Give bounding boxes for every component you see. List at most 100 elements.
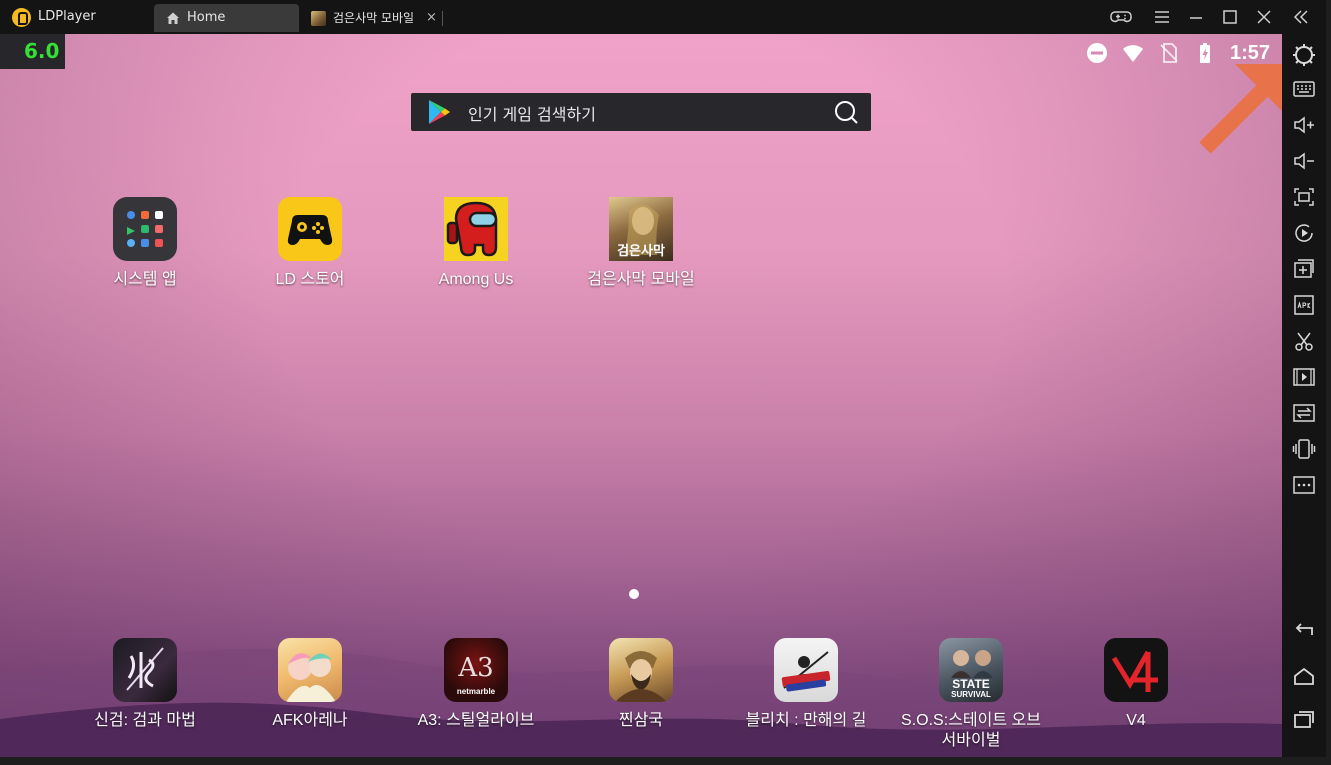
- scissors-icon: [1295, 332, 1313, 351]
- fullscreen-icon: [1294, 188, 1314, 206]
- a3-icon: A3 netmarble: [444, 638, 508, 702]
- hamburger-menu-icon: [1155, 11, 1169, 23]
- settings-button[interactable]: [1290, 42, 1318, 68]
- icon-text: netmarble: [457, 687, 496, 696]
- keyboard-mapping-button[interactable]: [1290, 76, 1318, 102]
- singeom-icon: [113, 638, 177, 702]
- page-indicator-dot: [629, 589, 639, 599]
- among-us-icon: [444, 197, 508, 261]
- app-label: 블리치 : 만해의 길: [745, 712, 867, 729]
- ldplayer-logo-icon: [12, 8, 31, 27]
- double-chevron-left-icon: [1293, 10, 1308, 24]
- home-icon: [167, 12, 179, 24]
- collapse-sidebar-button[interactable]: [1290, 7, 1312, 27]
- app-label: 찐삼국: [618, 712, 664, 729]
- app-label: AFK아레나: [272, 712, 348, 729]
- do-not-disturb-icon: [1086, 43, 1107, 63]
- keyboard-icon: [1293, 81, 1315, 97]
- app-label: V4: [1126, 712, 1146, 729]
- state-survival-icon: STATE SURVIVAL: [939, 638, 1003, 702]
- game-thumbnail-icon: [311, 11, 326, 26]
- black-desert-icon: 검은사막: [609, 197, 673, 261]
- gamepad-icon: [1110, 11, 1132, 23]
- title-bar: LDPlayer Home 검은사막 모바일 ×: [0, 0, 1326, 34]
- system-apps-folder-icon: [113, 197, 177, 261]
- install-apk-button[interactable]: [1290, 292, 1318, 318]
- emulator-toolbar: [1282, 34, 1326, 757]
- maximize-icon: [1223, 10, 1237, 24]
- home-button[interactable]: [1290, 664, 1318, 690]
- volume-up-button[interactable]: [1290, 112, 1318, 138]
- no-sim-icon: [1160, 43, 1178, 63]
- icon-text: STATE: [952, 677, 990, 691]
- volume-down-button[interactable]: [1290, 148, 1318, 174]
- app-label: A3: 스틸얼라이브: [417, 712, 535, 729]
- app-label: LD 스토어: [275, 271, 345, 288]
- app-label: S.O.S:스테이트 오브 서바이벌: [901, 712, 1041, 749]
- app-black-desert[interactable]: 검은사막 검은사막 모바일: [566, 197, 716, 290]
- close-button[interactable]: [1253, 7, 1275, 27]
- tab-divider: [442, 11, 443, 26]
- emulator-window: LDPlayer Home 검은사막 모바일 × 6.0 1:57 인기 게임 …: [0, 0, 1331, 765]
- search-icon[interactable]: [833, 99, 859, 125]
- shake-button[interactable]: [1290, 436, 1318, 462]
- wifi-icon: [1122, 45, 1143, 62]
- sync-folder-icon: [1293, 404, 1315, 422]
- annotation-arrow-icon: [1199, 64, 1287, 154]
- screenshot-button[interactable]: [1290, 328, 1318, 354]
- search-placeholder: 인기 게임 검색하기: [468, 105, 596, 124]
- fps-counter: 6.0: [0, 34, 65, 69]
- maximize-button[interactable]: [1219, 7, 1241, 27]
- app-ld-store[interactable]: LD 스토어: [235, 197, 385, 290]
- app-singeom[interactable]: 신검: 검과 마법: [70, 638, 220, 731]
- apk-icon: [1294, 295, 1314, 315]
- v4-icon: [1104, 638, 1168, 702]
- back-arrow-icon: [1295, 623, 1313, 635]
- back-button[interactable]: [1290, 618, 1318, 644]
- volume-down-icon: [1294, 152, 1314, 170]
- tab-close-button[interactable]: ×: [426, 4, 437, 32]
- menu-button[interactable]: [1151, 7, 1173, 27]
- recent-apps-button[interactable]: [1290, 706, 1318, 732]
- app-bleach[interactable]: 블리치 : 만해의 길: [731, 638, 881, 731]
- minimize-button[interactable]: [1185, 7, 1207, 27]
- shared-folder-button[interactable]: [1290, 400, 1318, 426]
- icon-text: SURVIVAL: [951, 690, 991, 699]
- tab-home-label: Home: [187, 10, 226, 25]
- app-label: Among Us: [438, 271, 514, 288]
- icon-text: A3: [457, 653, 493, 683]
- recent-apps-icon: [1294, 711, 1314, 728]
- close-icon: [1257, 10, 1271, 24]
- app-v4[interactable]: V4: [1061, 638, 1211, 731]
- app-a3[interactable]: A3 netmarble A3: 스틸얼라이브: [401, 638, 551, 731]
- ld-store-icon: [278, 197, 342, 261]
- app-title: LDPlayer: [38, 9, 96, 24]
- home-icon: [1294, 667, 1314, 685]
- google-play-icon: [429, 100, 450, 124]
- jjinsamguk-icon: [609, 638, 673, 702]
- operation-record-button[interactable]: [1290, 220, 1318, 246]
- app-state-of-survival[interactable]: STATE SURVIVAL S.O.S:스테이트 오브 서바이벌: [896, 638, 1046, 751]
- app-system-apps[interactable]: 시스템 앱: [70, 197, 220, 290]
- more-button[interactable]: [1290, 472, 1318, 498]
- tab-black-desert-label: 검은사막 모바일: [333, 11, 415, 25]
- gamepad-button[interactable]: [1110, 7, 1132, 27]
- record-play-icon: [1295, 224, 1313, 242]
- tab-home[interactable]: Home: [154, 4, 299, 32]
- play-store-search-bar[interactable]: 인기 게임 검색하기: [411, 93, 871, 131]
- bleach-icon: [774, 638, 838, 702]
- video-icon: [1293, 368, 1315, 386]
- afk-arena-icon: [278, 638, 342, 702]
- add-window-icon: [1294, 259, 1314, 278]
- fullscreen-button[interactable]: [1290, 184, 1318, 210]
- vibrate-phone-icon: [1292, 439, 1316, 459]
- app-jjinsamguk[interactable]: 찐삼국: [566, 638, 716, 731]
- app-afk-arena[interactable]: AFK아레나: [235, 638, 385, 731]
- app-among-us[interactable]: Among Us: [401, 197, 551, 290]
- app-label: 신검: 검과 마법: [94, 712, 196, 729]
- minimize-icon: [1190, 17, 1202, 19]
- android-home-screen[interactable]: 6.0 1:57 인기 게임 검색하기 시스템 앱 LD 스토어 Among U…: [0, 34, 1282, 757]
- multi-instance-button[interactable]: [1290, 256, 1318, 282]
- video-record-button[interactable]: [1290, 364, 1318, 390]
- tab-black-desert[interactable]: 검은사막 모바일 ×: [305, 4, 445, 32]
